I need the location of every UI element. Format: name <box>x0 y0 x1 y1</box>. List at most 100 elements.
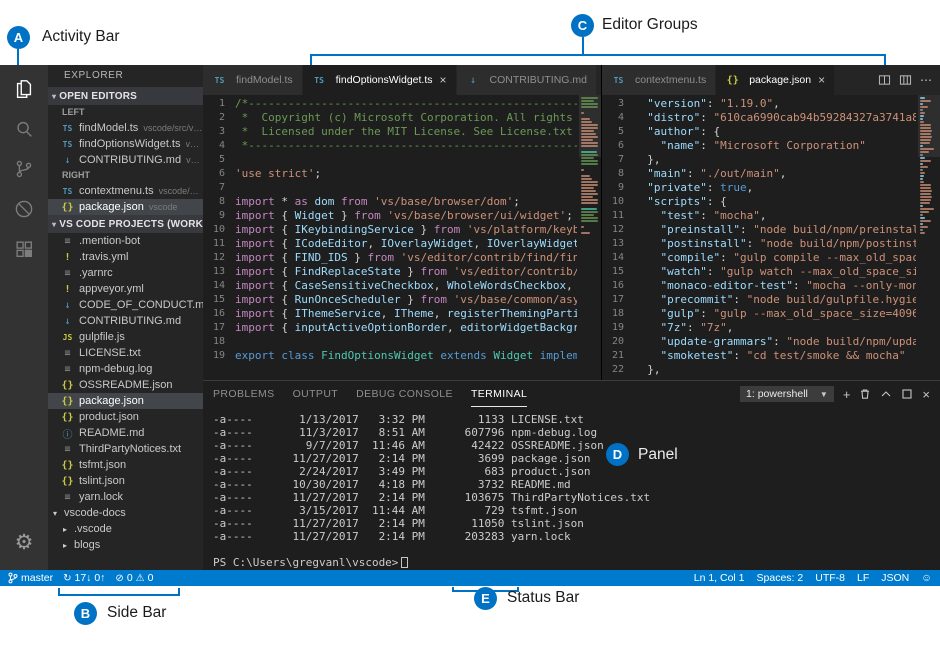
tree-file[interactable]: {}tsfmt.json <box>48 457 203 473</box>
maximize-panel-icon[interactable] <box>880 388 892 400</box>
split-editor-icon[interactable] <box>878 74 891 86</box>
close-panel-icon[interactable]: × <box>922 388 930 401</box>
minimap-line <box>581 160 598 162</box>
debug-icon[interactable] <box>0 189 48 229</box>
language-mode[interactable]: JSON <box>881 572 909 584</box>
tree-folder[interactable]: ▾vscode-docs <box>48 505 203 521</box>
minimap-line <box>920 151 929 153</box>
js-file-icon: JS <box>60 333 75 342</box>
more-actions-icon[interactable]: ⋯ <box>920 74 932 86</box>
tree-file[interactable]: !appveyor.yml <box>48 281 203 297</box>
open-editor-item[interactable]: TScontextmenu.tsvscode/src... <box>48 183 203 199</box>
line-content: import { ICodeEditor, IOverlayWidget, IO… <box>235 237 577 251</box>
panel-tab-output[interactable]: OUTPUT <box>293 381 339 407</box>
search-icon[interactable] <box>0 109 48 149</box>
workspace-header[interactable]: ▾ VS CODE PROJECTS (WORKSPACE) <box>48 215 203 233</box>
terminal-line: -a---- 3/15/2017 11:44 AM 729 tsfmt.json <box>213 504 940 517</box>
tree-file[interactable]: ≡LICENSE.txt <box>48 345 203 361</box>
text: "mocha --only-monaco-editor" <box>806 279 916 292</box>
text: from <box>434 223 461 236</box>
problems-item[interactable]: ⊘ 0 ⚠ 0 <box>115 572 153 584</box>
open-editors-header-label: OPEN EDITORS <box>59 91 137 102</box>
code-line: 14import { CaseSensitiveCheckbox, WholeW… <box>203 279 577 293</box>
ts-file-icon: TS <box>611 76 626 85</box>
tree-file[interactable]: ≡ThirdPartyNotices.txt <box>48 441 203 457</box>
minimap[interactable] <box>918 95 940 380</box>
minimap[interactable] <box>579 95 601 380</box>
open-editor-item[interactable]: ↓CONTRIBUTING.mdvscode <box>48 152 203 168</box>
code-line: 10 "scripts": { <box>602 195 916 209</box>
restore-panel-icon[interactable] <box>901 388 913 400</box>
line-content: "private": true, <box>634 181 916 195</box>
line-number: 5 <box>203 153 235 167</box>
line-number: 8 <box>203 195 235 209</box>
file-path: vscode <box>149 202 178 212</box>
cursor-position[interactable]: Ln 1, Col 1 <box>694 572 745 584</box>
terminal-picker[interactable]: 1: powershell ▼ <box>740 386 834 402</box>
editor-tab[interactable]: TSfindOptionsWidget.ts× <box>303 65 457 95</box>
code-editor[interactable]: 3 "version": "1.19.0",4 "distro": "610ca… <box>602 95 940 380</box>
text: *---------------------------------------… <box>235 139 577 152</box>
file-name: contextmenu.ts <box>79 185 154 197</box>
tree-folder[interactable]: ▸blogs <box>48 537 203 553</box>
layout-icon[interactable] <box>899 74 912 86</box>
kill-terminal-icon[interactable] <box>859 388 871 400</box>
tree-file[interactable]: ≡yarn.lock <box>48 489 203 505</box>
feedback-smiley-icon[interactable]: ☺ <box>921 572 932 584</box>
open-editor-item[interactable]: TSfindModel.tsvscode/src/vs/... <box>48 120 203 136</box>
code-line: 17import { inputActiveOptionBorder, edit… <box>203 321 577 335</box>
editor-tab[interactable]: ↓CONTRIBUTING.md <box>457 65 597 95</box>
tree-folder[interactable]: ▸.vscode <box>48 521 203 537</box>
tree-file[interactable]: ↓CONTRIBUTING.md <box>48 313 203 329</box>
tree-file[interactable]: {}OSSREADME.json <box>48 377 203 393</box>
text <box>634 139 661 152</box>
text <box>634 321 661 334</box>
eol[interactable]: LF <box>857 572 869 584</box>
editor-tab[interactable]: {}package.json× <box>716 65 835 95</box>
git-branch-item[interactable]: master <box>8 572 53 584</box>
sync-item[interactable]: ↻ 17↓ 0↑ <box>63 572 105 584</box>
indentation[interactable]: Spaces: 2 <box>757 572 804 584</box>
tree-file[interactable]: ⓘREADME.md <box>48 425 203 441</box>
tree-file[interactable]: {}package.json <box>48 393 203 409</box>
editor-tab[interactable]: TScontextmenu.ts <box>602 65 716 95</box>
file-name: product.json <box>79 411 139 423</box>
minimap-line <box>581 184 598 186</box>
panel-tab-problems[interactable]: PROBLEMS <box>213 381 275 407</box>
file-name: yarn.lock <box>79 491 123 503</box>
tree-file[interactable]: {}tslint.json <box>48 473 203 489</box>
line-number: 13 <box>203 265 235 279</box>
tree-file[interactable]: JSgulpfile.js <box>48 329 203 345</box>
open-editors-header[interactable]: ▾ OPEN EDITORS <box>48 87 203 105</box>
tree-file[interactable]: ↓CODE_OF_CONDUCT.md <box>48 297 203 313</box>
tree-file[interactable]: ≡npm-debug.log <box>48 361 203 377</box>
source-control-icon[interactable] <box>0 149 48 189</box>
new-terminal-icon[interactable]: + <box>843 388 851 401</box>
minimap-line <box>920 157 925 159</box>
close-icon[interactable]: × <box>440 73 447 87</box>
line-number: 22 <box>602 363 634 377</box>
open-editor-item[interactable]: TSfindOptionsWidget.tsvsco... <box>48 136 203 152</box>
minimap-line <box>920 103 923 105</box>
open-editor-item[interactable]: {}package.jsonvscode <box>48 199 203 215</box>
tree-file[interactable]: {}product.json <box>48 409 203 425</box>
close-icon[interactable]: × <box>818 73 825 87</box>
line-number: 4 <box>602 111 634 125</box>
terminal[interactable]: -a---- 1/13/2017 3:32 PM 1133 LICENSE.tx… <box>203 407 940 570</box>
editor-tab[interactable]: TSfindModel.ts <box>203 65 303 95</box>
text: ITheme <box>394 307 434 320</box>
encoding[interactable]: UTF-8 <box>815 572 845 584</box>
extensions-icon[interactable] <box>0 229 48 269</box>
code-editor[interactable]: 1/*-------------------------------------… <box>203 95 601 380</box>
tree-file[interactable]: ≡.mention-bot <box>48 233 203 249</box>
explorer-icon[interactable] <box>0 69 48 109</box>
terminal-line: -a---- 11/27/2017 2:14 PM 203283 yarn.lo… <box>213 530 940 543</box>
tree-file[interactable]: !.travis.yml <box>48 249 203 265</box>
file-name: tslint.json <box>79 475 125 487</box>
panel-tab-debug-console[interactable]: DEBUG CONSOLE <box>356 381 453 407</box>
settings-gear-icon[interactable]: ⚙ <box>0 522 48 562</box>
panel-tab-terminal[interactable]: TERMINAL <box>471 381 527 407</box>
tree-file[interactable]: ≡.yarnrc <box>48 265 203 281</box>
chevron-icon: ▸ <box>63 525 74 534</box>
text: import <box>235 223 275 236</box>
